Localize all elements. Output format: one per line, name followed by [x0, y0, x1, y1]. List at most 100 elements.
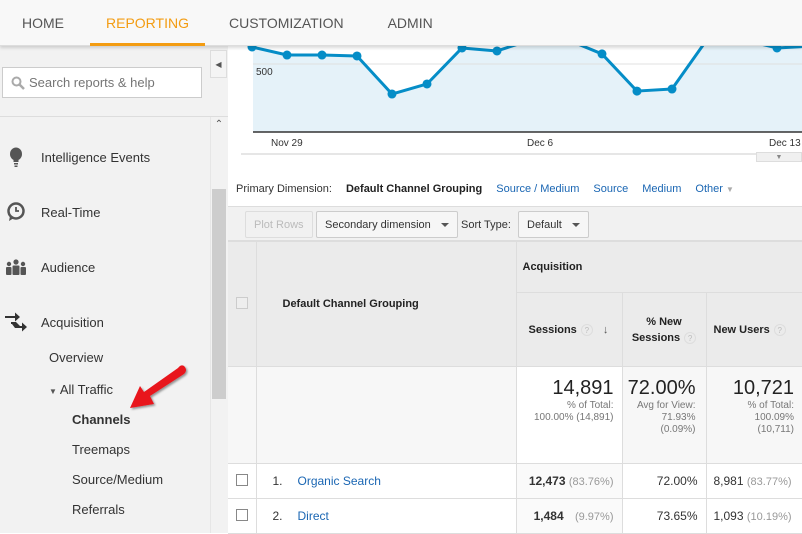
- secondary-dimension-dropdown[interactable]: Secondary dimension: [316, 211, 458, 238]
- sidebar-divider: [0, 116, 228, 117]
- search-input[interactable]: [29, 75, 199, 90]
- top-navigation: HOME REPORTING CUSTOMIZATION ADMIN: [0, 0, 802, 46]
- sidebar-item-audience[interactable]: Audience: [0, 252, 205, 282]
- dimension-option-source[interactable]: Source: [593, 183, 628, 195]
- dimension-option-other[interactable]: Other ▼: [695, 183, 734, 195]
- sidebar-item-label: Acquisition: [41, 314, 104, 330]
- row-select-cell: [228, 463, 257, 499]
- x-tick-label: Dec 13: [769, 138, 801, 149]
- tab-reporting[interactable]: REPORTING: [90, 0, 205, 46]
- sessions-value: 1,484: [533, 509, 564, 523]
- collapse-sidebar-button[interactable]: ◀: [210, 50, 227, 78]
- plot-rows-button[interactable]: Plot Rows: [245, 211, 313, 238]
- new-users-header-label: New Users: [713, 323, 770, 336]
- sidebar-item-label: Intelligence Events: [41, 149, 151, 165]
- totals-new-users-pct: 100.09%: [754, 412, 794, 423]
- primary-dimension-bar: Primary Dimension: Default Channel Group…: [236, 183, 734, 195]
- tab-customization[interactable]: CUSTOMIZATION: [205, 0, 368, 46]
- sidebar-subitem-overview[interactable]: Overview: [49, 350, 103, 365]
- sidebar-subitem-channels[interactable]: Channels: [72, 412, 131, 427]
- clock-icon: [5, 201, 27, 223]
- sessions-column-header[interactable]: Sessions? ↓: [515, 292, 623, 367]
- sessions-pct: (83.76%): [568, 476, 614, 488]
- totals-new-sessions: 72.00% Avg for View: 71.93% (0.09%): [621, 366, 707, 464]
- sort-type-dropdown[interactable]: Default: [518, 211, 589, 238]
- help-icon[interactable]: ?: [684, 331, 697, 344]
- sidebar-subitem-source-medium[interactable]: Source/Medium: [72, 472, 163, 487]
- lightbulb-icon: [5, 146, 27, 168]
- chart-expand-handle[interactable]: ▼: [756, 152, 802, 162]
- dropdown-caret-icon: [571, 222, 580, 227]
- totals-empty-cell: [255, 366, 517, 464]
- chart-data-point: [632, 86, 642, 96]
- chart-data-point: [492, 46, 502, 56]
- totals-sessions-value: 14,891: [552, 377, 614, 399]
- channel-link[interactable]: Organic Search: [298, 474, 381, 488]
- sidebar-subitem-referrals[interactable]: Referrals: [72, 502, 125, 517]
- dimension-option-medium[interactable]: Medium: [642, 183, 681, 195]
- new-sessions-header-label: % New Sessions: [631, 315, 682, 344]
- sessions-chart: 500 Nov 29 Dec 6 Dec 13: [228, 35, 802, 166]
- dimension-option-source-medium[interactable]: Source / Medium: [496, 183, 579, 195]
- totals-new-sessions-diff: (0.09%): [660, 424, 696, 435]
- tab-home[interactable]: HOME: [0, 0, 90, 46]
- new-sessions-cell: 72.00%: [621, 463, 707, 499]
- primary-dimension-label: Primary Dimension:: [236, 183, 332, 195]
- sidebar-subitem-all-traffic[interactable]: ▼ All Traffic: [49, 382, 113, 397]
- row-checkbox[interactable]: [235, 508, 248, 521]
- totals-new-sessions-value: 72.00%: [627, 377, 696, 399]
- channel-link[interactable]: Direct: [298, 509, 329, 523]
- row-index: 2.: [272, 509, 283, 523]
- sidebar-subitem-treemaps[interactable]: Treemaps: [72, 442, 130, 457]
- totals-sessions-label: % of Total:: [566, 400, 614, 411]
- sessions-cell: 1,484 (9.97%): [515, 498, 623, 534]
- primary-dimension-selected: Default Channel Grouping: [345, 183, 483, 195]
- red-arrow-annotation: [130, 365, 186, 408]
- table-row: 1. Organic Search 12,473 (83.76%) 72.00% …: [228, 463, 802, 499]
- chart-data-point: [667, 84, 677, 94]
- help-icon[interactable]: ?: [773, 323, 786, 336]
- table-row: 2. Direct 1,484 (9.97%) 73.65% 1,093 (10.…: [228, 498, 802, 534]
- chart-data-point: [282, 50, 292, 60]
- select-all-cell: [228, 241, 257, 367]
- x-tick-label: Nov 29: [271, 138, 303, 149]
- chart-data-point: [317, 50, 327, 60]
- new-sessions-column-header[interactable]: % New Sessions?: [621, 292, 707, 367]
- totals-sessions: 14,891 % of Total: 100.00% (14,891): [515, 366, 623, 464]
- sessions-pct: (9.97%): [574, 511, 614, 523]
- row-index: 1.: [272, 474, 283, 488]
- channel-cell: 2. Direct: [255, 498, 517, 534]
- sidebar-scrollbar[interactable]: ⌃: [210, 117, 226, 533]
- sort-type-label: Sort Type:: [461, 219, 511, 231]
- y-tick-label: 500: [256, 67, 273, 78]
- totals-new-users-value: 10,721: [732, 377, 794, 399]
- sidebar-item-acquisition[interactable]: Acquisition: [0, 307, 205, 337]
- other-label: Other: [695, 183, 723, 195]
- search-box[interactable]: [2, 67, 202, 98]
- totals-empty-cell: [228, 366, 257, 464]
- totals-new-sessions-label: Avg for View:: [636, 400, 696, 411]
- help-icon[interactable]: ?: [580, 323, 593, 336]
- chevron-down-icon: ▼: [725, 185, 734, 194]
- totals-new-users: 10,721 % of Total: 100.09% (10,711): [705, 366, 802, 464]
- sidebar-item-intelligence-events[interactable]: Intelligence Events: [0, 142, 205, 172]
- new-users-column-header[interactable]: New Users?: [705, 292, 802, 367]
- sidebar: ◀ Intelligence Events Real-Time Audience…: [0, 46, 228, 533]
- sessions-header-label: Sessions: [528, 323, 577, 336]
- sessions-cell: 12,473 (83.76%): [515, 463, 623, 499]
- chart-data-point: [387, 89, 397, 99]
- scrollbar-thumb[interactable]: [212, 189, 226, 399]
- row-checkbox[interactable]: [235, 473, 248, 486]
- chart-area-fill: [253, 39, 802, 132]
- dropdown-caret-icon: [440, 222, 449, 227]
- scroll-up-icon[interactable]: ⌃: [211, 117, 227, 133]
- x-tick-label: Dec 6: [527, 138, 554, 149]
- sort-type-value: Default: [527, 218, 562, 231]
- select-all-checkbox[interactable]: [235, 296, 248, 309]
- new-users-cell: 1,093 (10.19%): [705, 498, 802, 534]
- dimension-column-header[interactable]: Default Channel Grouping: [255, 241, 517, 367]
- tab-admin[interactable]: ADMIN: [368, 0, 453, 46]
- sidebar-item-real-time[interactable]: Real-Time: [0, 197, 205, 227]
- search-icon: [11, 76, 25, 90]
- triangle-down-icon: ▼: [49, 387, 57, 396]
